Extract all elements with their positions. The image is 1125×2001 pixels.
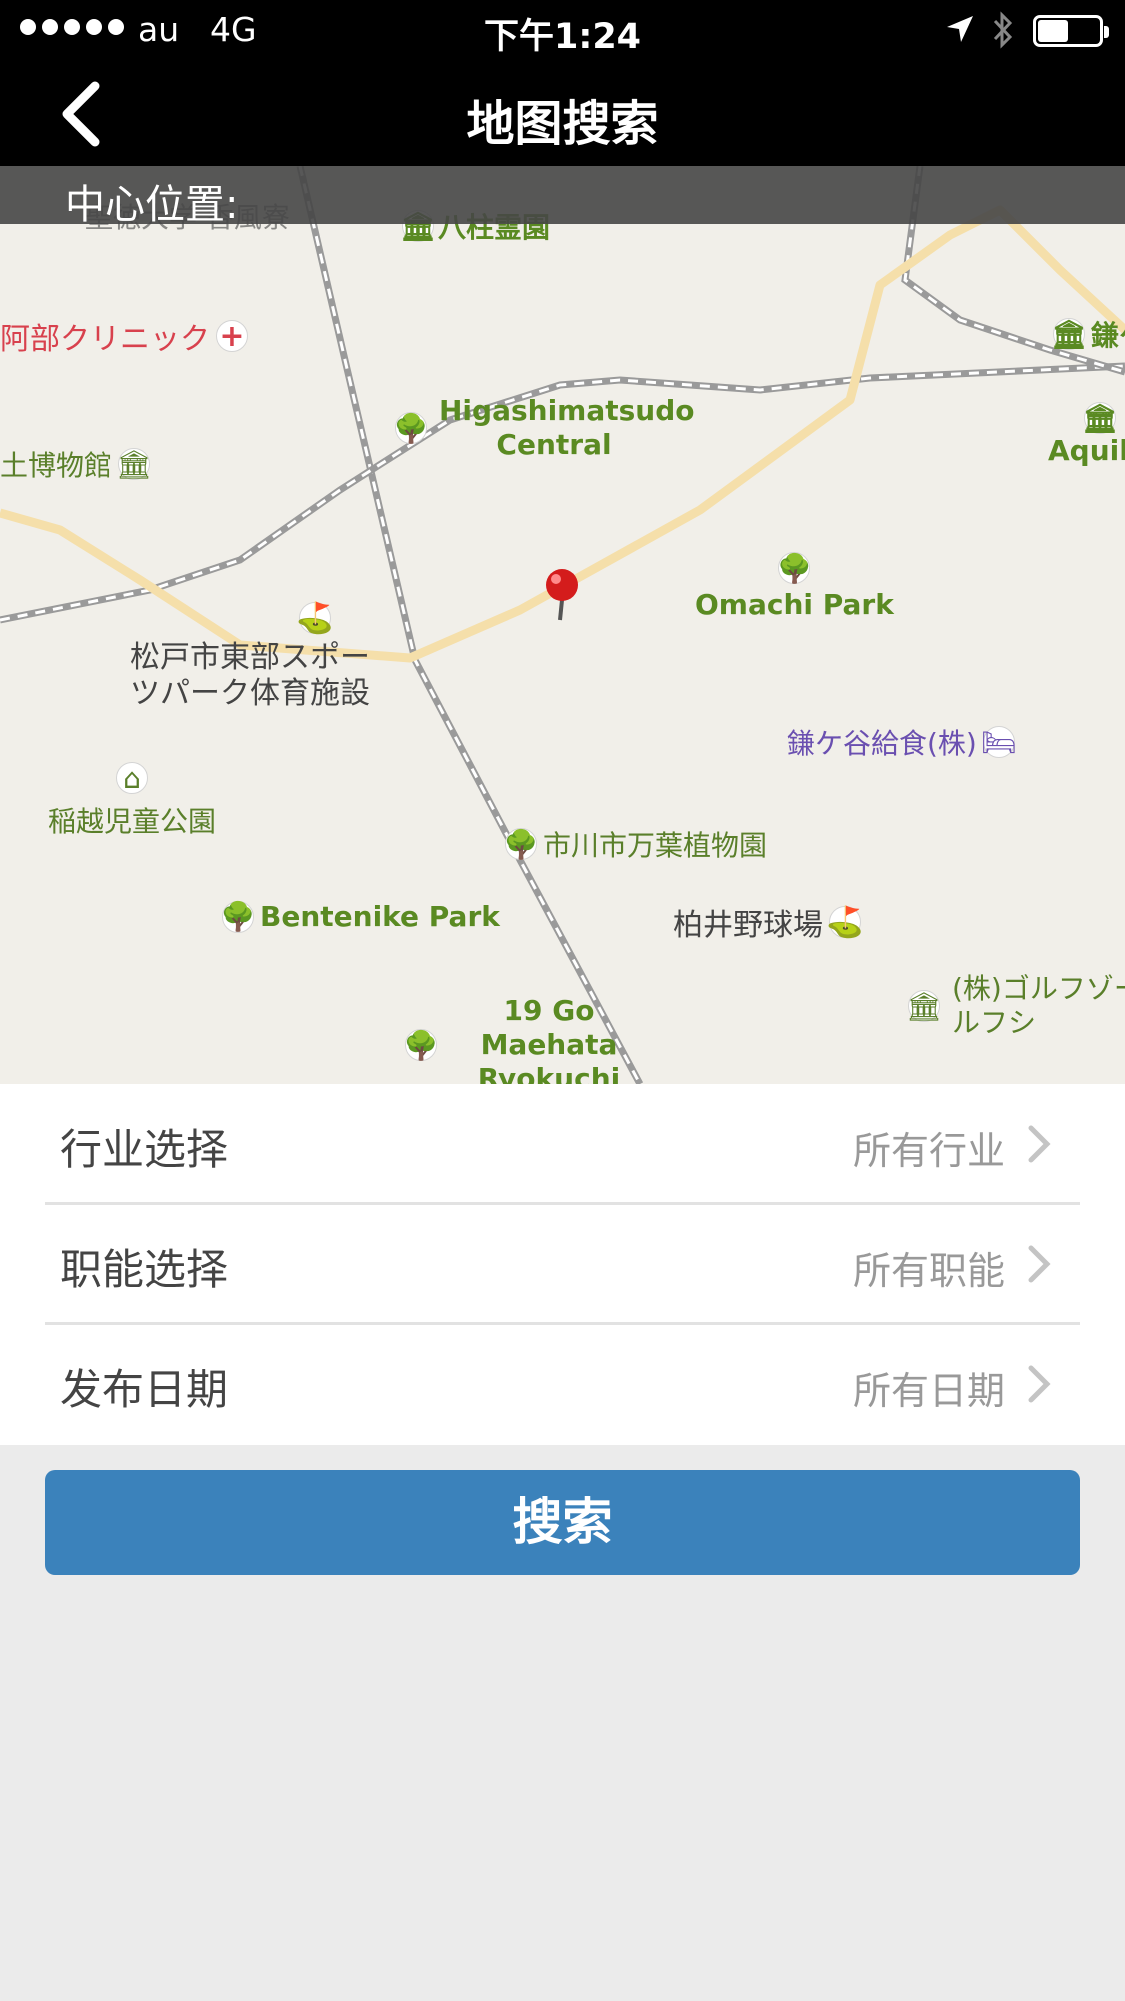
poi-maehata[interactable]: 🌳 19 Go Maehata Ryokuchi	[403, 994, 649, 1084]
poi-golf[interactable]: 🏛 (株)ゴルフゾーンゴルフシ	[906, 972, 1125, 1040]
poi-label: Omachi Park	[695, 588, 894, 621]
playground-icon: ⌂	[116, 762, 148, 795]
park-icon: 🌳	[220, 900, 256, 933]
stadium-icon: ⛳	[296, 600, 334, 636]
poi-sports[interactable]: ⛳ 松戸市東部スポーツパーク体育施設	[130, 600, 390, 712]
museum-icon: 🏛	[906, 989, 942, 1023]
poi-omachi[interactable]: 🌳 Omachi Park	[695, 551, 894, 622]
poi-museum[interactable]: 土博物館 🏛	[0, 444, 152, 484]
map-view[interactable]: 聖徳大学 香風寮 🏛 八柱霊園 阿部クリニック + 土博物館 🏛 🌳 Higas…	[0, 166, 1125, 1084]
museum-icon: 🏛	[1051, 317, 1087, 351]
bluetooth-icon	[993, 11, 1013, 49]
poi-label: 市川市万葉植物園	[543, 829, 768, 862]
poi-label: 鎌ケ	[1091, 319, 1125, 352]
park-icon: 🌳	[403, 1028, 439, 1062]
poi-label: Higashimatsudo Central	[439, 394, 695, 461]
park-icon: 🌳	[503, 827, 539, 861]
filter-row-date[interactable]: 发布日期 所有日期	[0, 1324, 1125, 1444]
poi-label: Aquila	[1048, 434, 1125, 467]
filter-label: 职能选择	[60, 1245, 229, 1294]
chevron-right-icon	[1028, 1365, 1051, 1403]
filter-value: 所有日期	[852, 1369, 1005, 1413]
filter-row-industry[interactable]: 行业选择 所有行业	[0, 1084, 1125, 1204]
poi-label: 稲越児童公園	[48, 805, 217, 838]
poi-label: (株)ゴルフゾーンゴルフシ	[952, 972, 1125, 1039]
filter-value: 所有行业	[852, 1129, 1005, 1173]
status-bar: au 4G 下午1:24	[0, 0, 1125, 60]
filter-value: 所有职能	[852, 1249, 1005, 1293]
location-arrow-icon	[947, 16, 973, 42]
page-title: 地图搜索	[466, 96, 659, 152]
center-location-label: 中心位置:	[65, 182, 239, 228]
hotel-icon: 🛏	[981, 725, 1017, 759]
hospital-icon: +	[216, 319, 248, 354]
poi-kama-top[interactable]: 🏛 鎌ケ	[1051, 314, 1125, 354]
poi-bentenike[interactable]: 🌳 Bentenike Park	[220, 900, 500, 933]
poi-inakoshi[interactable]: ⌂ 稲越児童公園	[48, 762, 216, 840]
poi-label: 阿部クリニック	[0, 322, 210, 357]
park-icon: 🌳	[393, 411, 429, 445]
chevron-right-icon	[1028, 1125, 1051, 1163]
filter-label: 行业选择	[60, 1125, 229, 1174]
poi-kashiwai[interactable]: 柏井野球場 ⛳	[673, 900, 864, 944]
poi-label: 鎌ケ谷給食(株)	[787, 727, 977, 760]
search-button[interactable]: 搜索	[45, 1470, 1080, 1575]
center-location-banner: 中心位置:	[0, 166, 1125, 228]
filter-list: 行业选择 所有行业 职能选择 所有职能 发布日期 所有日期	[0, 1084, 1125, 1445]
poi-label: Bentenike Park	[260, 900, 500, 933]
stadium-icon: ⛳	[826, 904, 864, 940]
poi-ichikawa[interactable]: 🌳 市川市万葉植物園	[503, 824, 768, 864]
filter-row-function[interactable]: 职能选择 所有职能	[0, 1204, 1125, 1324]
poi-label: 土博物館	[0, 449, 113, 482]
poi-label: 19 Go Maehata Ryokuchi	[477, 994, 621, 1084]
filter-label: 发布日期	[60, 1365, 229, 1414]
park-icon: 🌳	[776, 551, 812, 585]
poi-aquila[interactable]: 🏛 Aquila	[1048, 401, 1125, 468]
poi-kyushoku[interactable]: 鎌ケ谷給食(株) 🛏	[787, 722, 1017, 762]
nav-bar: 地图搜索	[0, 60, 1125, 166]
poi-abe-clinic[interactable]: 阿部クリニック +	[0, 314, 248, 358]
poi-higashimatsudo[interactable]: 🌳 Higashimatsudo Central	[393, 394, 695, 462]
battery-icon	[1033, 15, 1109, 47]
poi-label: 松戸市東部スポーツパーク体育施設	[130, 640, 370, 711]
poi-label: 柏井野球場	[673, 908, 823, 943]
museum-icon: 🏛	[116, 447, 152, 481]
museum-icon: 🏛	[1082, 401, 1118, 435]
chevron-right-icon	[1028, 1245, 1051, 1283]
